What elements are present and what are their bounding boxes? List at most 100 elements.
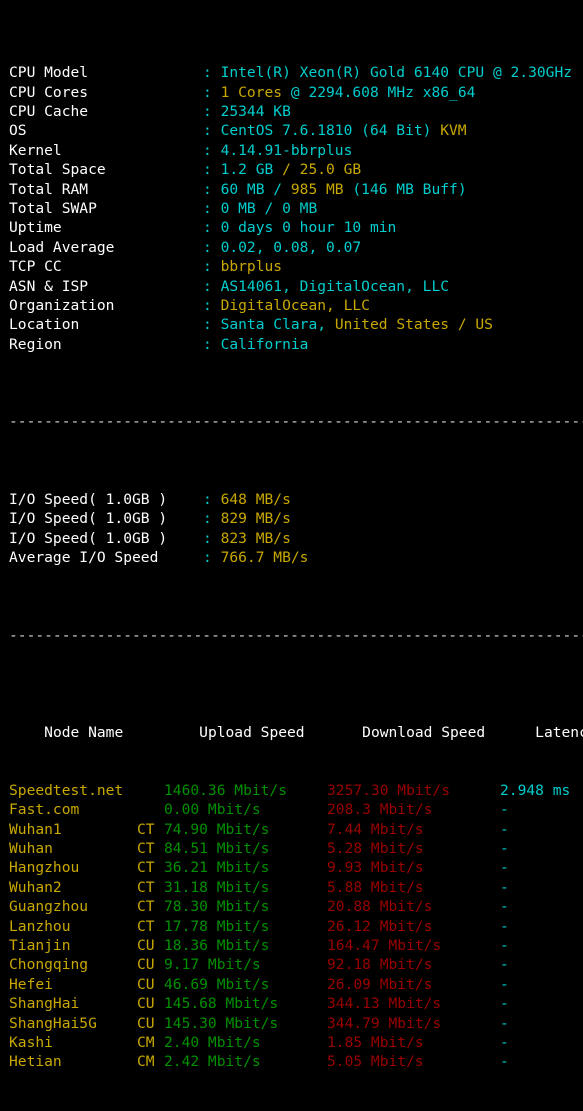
cell-download-speed: 9.93 Mbit/s	[327, 859, 424, 877]
system-info-label: OS	[9, 122, 27, 140]
system-info-row: Total Space: 1.2 GB / 25.0 GB	[9, 160, 583, 179]
cell-latency: -	[500, 878, 509, 896]
table-row: Wuhan1 CT 74.90 Mbit/s 7.44 Mbit/s -	[9, 820, 583, 839]
cell-isp-code: CU	[137, 937, 155, 955]
cell-latency: -	[500, 801, 509, 819]
table-row: Hangzhou CT 36.21 Mbit/s 9.93 Mbit/s -	[9, 858, 583, 877]
cell-upload-speed: 1460.36 Mbit/s	[164, 781, 288, 799]
cell-node-name: Wuhan	[9, 840, 53, 858]
cell-upload-speed: 31.18 Mbit/s	[164, 878, 270, 896]
system-info-value: 0.02, 0.08, 0.07	[220, 238, 362, 256]
system-info-separator: :	[203, 277, 221, 295]
system-info-value: 4.14.91-bbrplus	[220, 141, 353, 159]
cell-isp-code: CT	[137, 859, 155, 877]
system-info-row: Kernel: 4.14.91-bbrplus	[9, 141, 583, 160]
io-speed-value: 823 MB/s	[220, 529, 291, 547]
system-info-label: CPU Cores	[9, 83, 89, 101]
cell-latency: -	[500, 1014, 509, 1032]
cell-download-speed: 5.05 Mbit/s	[327, 1053, 424, 1071]
cell-isp-code: CM	[137, 1053, 155, 1071]
column-header-upload-speed: Upload Speed	[199, 723, 305, 741]
cell-isp-code: CT	[137, 917, 155, 935]
system-info-value: 0 days 0 hour 10 min	[220, 219, 397, 237]
cell-latency: -	[500, 937, 509, 955]
system-info-value: 60 MB /	[220, 180, 291, 198]
system-info-value: Intel(R) Xeon(R) Gold 6140 CPU @ 2.30GHz	[220, 64, 573, 82]
cell-download-speed: 344.79 Mbit/s	[327, 1014, 442, 1032]
system-info-separator: :	[203, 258, 221, 276]
system-info-label: ASN & ISP	[9, 277, 89, 295]
cell-latency: -	[500, 859, 509, 877]
table-row: ShangHai CU 145.68 Mbit/s 344.13 Mbit/s -	[9, 994, 583, 1013]
cell-download-speed: 20.88 Mbit/s	[327, 898, 433, 916]
system-info-value: 25344 KB	[220, 103, 291, 120]
cell-node-name: Tianjin	[9, 937, 71, 955]
cell-isp-code: CM	[137, 1033, 155, 1051]
table-row: Lanzhou CT 17.78 Mbit/s 26.12 Mbit/s -	[9, 917, 583, 936]
io-speed-value: 648 MB/s	[220, 490, 291, 508]
cell-upload-speed: 46.69 Mbit/s	[164, 975, 270, 993]
cell-isp-code: CU	[137, 1014, 155, 1032]
cell-upload-speed: 2.42 Mbit/s	[164, 1053, 261, 1071]
system-info-row: Location: Santa Clara, United States / U…	[9, 315, 583, 334]
system-info-label: CPU Cache	[9, 103, 89, 120]
column-header-node-name: Node Name	[44, 723, 124, 741]
system-info-label: Total RAM	[9, 180, 89, 198]
io-speed-label: I/O Speed( 1.0GB )	[9, 490, 168, 508]
cell-upload-speed: 9.17 Mbit/s	[164, 956, 261, 974]
cell-upload-speed: 145.68 Mbit/s	[164, 995, 279, 1013]
cell-download-speed: 92.18 Mbit/s	[327, 956, 433, 974]
system-info-separator: :	[203, 296, 221, 314]
system-info-value: AS14061, DigitalOcean, LLC	[220, 277, 450, 295]
io-speed-value: 829 MB/s	[220, 510, 291, 528]
io-speed-label: Average I/O Speed	[9, 549, 159, 567]
io-speed-value: 766.7 MB/s	[220, 549, 309, 567]
io-speed-separator: :	[203, 549, 221, 567]
system-info-separator: :	[203, 335, 221, 353]
system-info-value: United States / US	[334, 316, 493, 334]
cell-latency: -	[500, 820, 509, 838]
cell-latency: -	[500, 898, 509, 916]
terminal-output: CPU Model: Intel(R) Xeon(R) Gold 6140 CP…	[0, 0, 583, 1111]
system-info-label: Load Average	[9, 238, 115, 256]
cell-latency: -	[500, 995, 509, 1013]
system-info-label: Uptime	[9, 219, 62, 237]
system-info-row: TCP CC: bbrplus	[9, 257, 583, 276]
section-divider-1: ----------------------------------------…	[9, 413, 583, 431]
table-row: Wuhan2 CT 31.18 Mbit/s 5.88 Mbit/s -	[9, 878, 583, 897]
cell-download-speed: 1.85 Mbit/s	[327, 1033, 424, 1051]
system-info-value: x86_64	[422, 83, 476, 101]
cell-latency: -	[500, 917, 509, 935]
system-info-separator: :	[203, 219, 221, 237]
system-info-label: Total Space	[9, 161, 106, 179]
column-header-download-speed: Download Speed	[362, 723, 486, 741]
system-info-separator: :	[203, 103, 221, 120]
cell-download-speed: 3257.30 Mbit/s	[327, 781, 451, 799]
system-info-separator: :	[203, 122, 221, 140]
cell-isp-code: CU	[137, 956, 155, 974]
cell-node-name: Hetian	[9, 1053, 62, 1071]
system-info-label: Location	[9, 316, 80, 334]
cell-node-name: Kashi	[9, 1033, 53, 1051]
system-info-label: Organization	[9, 296, 115, 314]
cell-node-name: Hefei	[9, 975, 53, 993]
cell-isp-code: CT	[137, 840, 155, 858]
cell-node-name: Wuhan2	[9, 878, 62, 896]
cell-upload-speed: 145.30 Mbit/s	[164, 1014, 279, 1032]
cell-upload-speed: 36.21 Mbit/s	[164, 859, 270, 877]
system-info-label: Kernel	[9, 141, 62, 159]
cell-latency: -	[500, 1053, 509, 1071]
system-info-separator: :	[203, 316, 221, 334]
io-speed-row: I/O Speed( 1.0GB ): 823 MB/s	[9, 529, 583, 548]
cell-isp-code: CU	[137, 995, 155, 1013]
cell-upload-speed: 18.36 Mbit/s	[164, 937, 270, 955]
table-row: Hefei CU 46.69 Mbit/s 26.09 Mbit/s -	[9, 975, 583, 994]
cell-node-name: Hangzhou	[9, 859, 80, 877]
cell-isp-code: CT	[137, 820, 155, 838]
io-speed-label: I/O Speed( 1.0GB )	[9, 529, 168, 547]
system-info-row: Organization: DigitalOcean, LLC	[9, 296, 583, 315]
cell-upload-speed: 17.78 Mbit/s	[164, 917, 270, 935]
cell-download-speed: 26.09 Mbit/s	[327, 975, 433, 993]
io-speed-separator: :	[203, 529, 221, 547]
cell-upload-speed: 74.90 Mbit/s	[164, 820, 270, 838]
